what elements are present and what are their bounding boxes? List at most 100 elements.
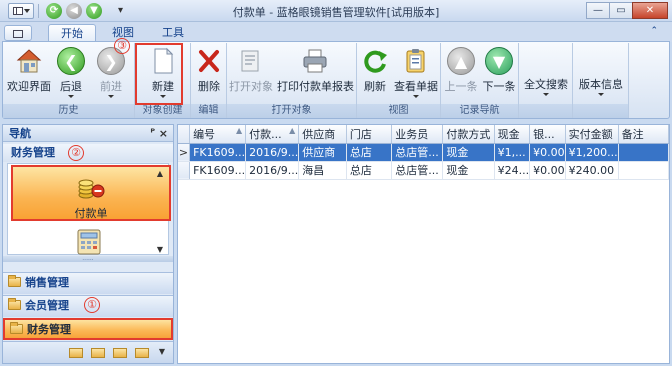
restore-button[interactable]: ▭ [609, 2, 633, 19]
group-record-nav-label: 记录导航 [441, 104, 518, 118]
col-header-supplier[interactable]: 供应商 [298, 125, 347, 144]
cell-cash[interactable]: ¥1,... [494, 143, 531, 162]
folder-icon[interactable] [113, 348, 127, 358]
nav-more-icon[interactable]: ▼ [159, 347, 165, 356]
nav-header: 导航 ᴾ × [3, 125, 173, 142]
nav-group-finance[interactable]: 财务管理 [3, 318, 173, 340]
table-row[interactable]: > FK1609... 2016/9... 供应商 总店 总店管... 现金 ¥… [178, 143, 670, 162]
annotation-3: ③ [114, 38, 130, 54]
refresh-arrows-icon [361, 47, 389, 75]
nav-group-members-label: 会员管理 [25, 299, 69, 312]
nav-close-icon[interactable]: × [159, 125, 168, 142]
col-header-pay-date[interactable]: 付款... ▲ [245, 125, 300, 144]
cell-salesperson[interactable]: 总店管... [391, 161, 444, 180]
col-header-bank[interactable]: 银... [529, 125, 566, 144]
house-icon [15, 47, 43, 75]
cell-supplier[interactable]: 海昌 [298, 161, 347, 180]
delete-button[interactable]: 删除 [193, 45, 225, 101]
scroll-up-icon[interactable]: ▲ [157, 169, 163, 178]
fulltext-search-dropdown-icon [543, 93, 549, 96]
tab-home[interactable]: 开始 [48, 24, 96, 42]
nav-section-title: 财务管理 [3, 144, 173, 162]
cell-remark[interactable] [618, 161, 670, 180]
cell-number[interactable]: FK1609... [189, 143, 247, 162]
cell-remark[interactable] [618, 143, 670, 162]
cell-pay-date[interactable]: 2016/9... [245, 143, 300, 162]
window-controls: — ▭ ✕ [586, 2, 668, 19]
ribbon-tab-row: 开始 视图 工具 ⌃ [0, 22, 672, 42]
welcome-label: 欢迎界面 [7, 80, 51, 93]
row-indicator-icon: > [178, 143, 191, 162]
payment-table: 编号 ▲ 付款... ▲ 供应商 门店 业务员 付款方式 现金 银... 实付金额 … [178, 125, 670, 180]
title-bar: ⟳ ◀ ▼ ▾ 付款单 - 蓝格眼镜销售管理软件[试用版本] — ▭ ✕ [0, 0, 672, 22]
cell-pay-method[interactable]: 现金 [442, 143, 495, 162]
back-label: 后退 [60, 80, 82, 93]
col-header-number[interactable]: 编号 ▲ [189, 125, 247, 144]
cell-paid-amount[interactable]: ¥1,200... [565, 143, 619, 162]
group-version: 版本信息 [573, 43, 629, 118]
delete-label: 删除 [198, 80, 220, 93]
open-object-icon [237, 47, 265, 75]
open-object-button[interactable]: 打开对象 [229, 45, 273, 101]
app-menu-button[interactable] [4, 25, 32, 41]
refresh-button[interactable]: 刷新 [359, 45, 391, 101]
sort-ascending-icon: ▲ [235, 125, 243, 135]
calculator-icon[interactable] [73, 229, 105, 255]
group-view: 刷新 查看单据 视图 [357, 43, 441, 118]
cell-store[interactable]: 总店 [346, 143, 393, 162]
folder-icon [10, 322, 23, 334]
scroll-down-icon[interactable]: ▼ [157, 245, 163, 254]
group-open: 打开对象 打印付款单报表 打开对象 [227, 43, 357, 118]
delete-x-icon [195, 47, 223, 75]
sort-ascending-icon: ▲ [289, 125, 296, 135]
row-indicator-cell [178, 161, 191, 180]
cell-store[interactable]: 总店 [346, 161, 393, 180]
col-header-salesperson[interactable]: 业务员 [391, 125, 444, 144]
cell-pay-date[interactable]: 2016/9... [245, 161, 300, 180]
folder-icon[interactable] [135, 348, 149, 358]
cell-supplier[interactable]: 供应商 [298, 143, 347, 162]
group-search-label [519, 104, 572, 118]
tab-tools[interactable]: 工具 [150, 24, 196, 42]
welcome-button[interactable]: 欢迎界面 [7, 45, 51, 101]
next-record-button[interactable]: ▼ 下一条 [481, 45, 517, 101]
cell-bank[interactable]: ¥0.00 [529, 143, 566, 162]
folder-icon[interactable] [91, 348, 105, 358]
printer-icon [301, 47, 329, 75]
previous-record-button[interactable]: ▲ 上一条 [443, 45, 479, 101]
view-document-label: 查看单据 [394, 80, 438, 93]
nav-group-sales[interactable]: 销售管理 [3, 272, 173, 294]
pin-icon[interactable]: ᴾ [150, 125, 155, 142]
col-header-paid-amount[interactable]: 实付金额 [565, 125, 619, 144]
fulltext-search-button[interactable]: 全文搜索 [521, 73, 571, 129]
folder-icon [8, 275, 21, 287]
print-report-button[interactable]: 打印付款单报表 [277, 45, 354, 101]
cell-bank[interactable]: ¥0.00 [529, 161, 566, 180]
col-header-remark[interactable]: 备注 [618, 125, 670, 144]
forward-label: 前进 [100, 80, 122, 93]
ribbon-minimize-icon[interactable]: ⌃ [650, 26, 658, 36]
back-button[interactable]: ❮ 后退 [53, 45, 89, 101]
cell-salesperson[interactable]: 总店管... [391, 143, 444, 162]
cell-cash[interactable]: ¥24... [494, 161, 531, 180]
print-report-label: 打印付款单报表 [277, 80, 354, 93]
view-document-button[interactable]: 查看单据 [393, 45, 439, 101]
cell-number[interactable]: FK1609... [189, 161, 247, 180]
col-header-store[interactable]: 门店 [346, 125, 393, 144]
close-button[interactable]: ✕ [632, 2, 668, 19]
cell-paid-amount[interactable]: ¥240.00 [565, 161, 619, 180]
minimize-button[interactable]: — [586, 2, 610, 19]
fulltext-search-label: 全文搜索 [524, 78, 568, 91]
folder-icon[interactable] [69, 348, 83, 358]
col-header-cash[interactable]: 现金 [494, 125, 531, 144]
table-row[interactable]: FK1609... 2016/9... 海昌 总店 总店管... 现金 ¥24.… [178, 161, 670, 180]
nav-item-payment[interactable]: 付款单 [11, 165, 171, 221]
version-info-label: 版本信息 [579, 78, 623, 91]
col-header-pay-method[interactable]: 付款方式 [442, 125, 495, 144]
group-version-label [573, 104, 628, 118]
version-info-button[interactable]: 版本信息 [575, 73, 627, 129]
row-indicator-header [178, 125, 191, 144]
cell-pay-method[interactable]: 现金 [442, 161, 495, 180]
nav-splitter[interactable]: ...... [3, 256, 173, 262]
table-header-row: 编号 ▲ 付款... ▲ 供应商 门店 业务员 付款方式 现金 银... 实付金额 … [178, 125, 670, 144]
